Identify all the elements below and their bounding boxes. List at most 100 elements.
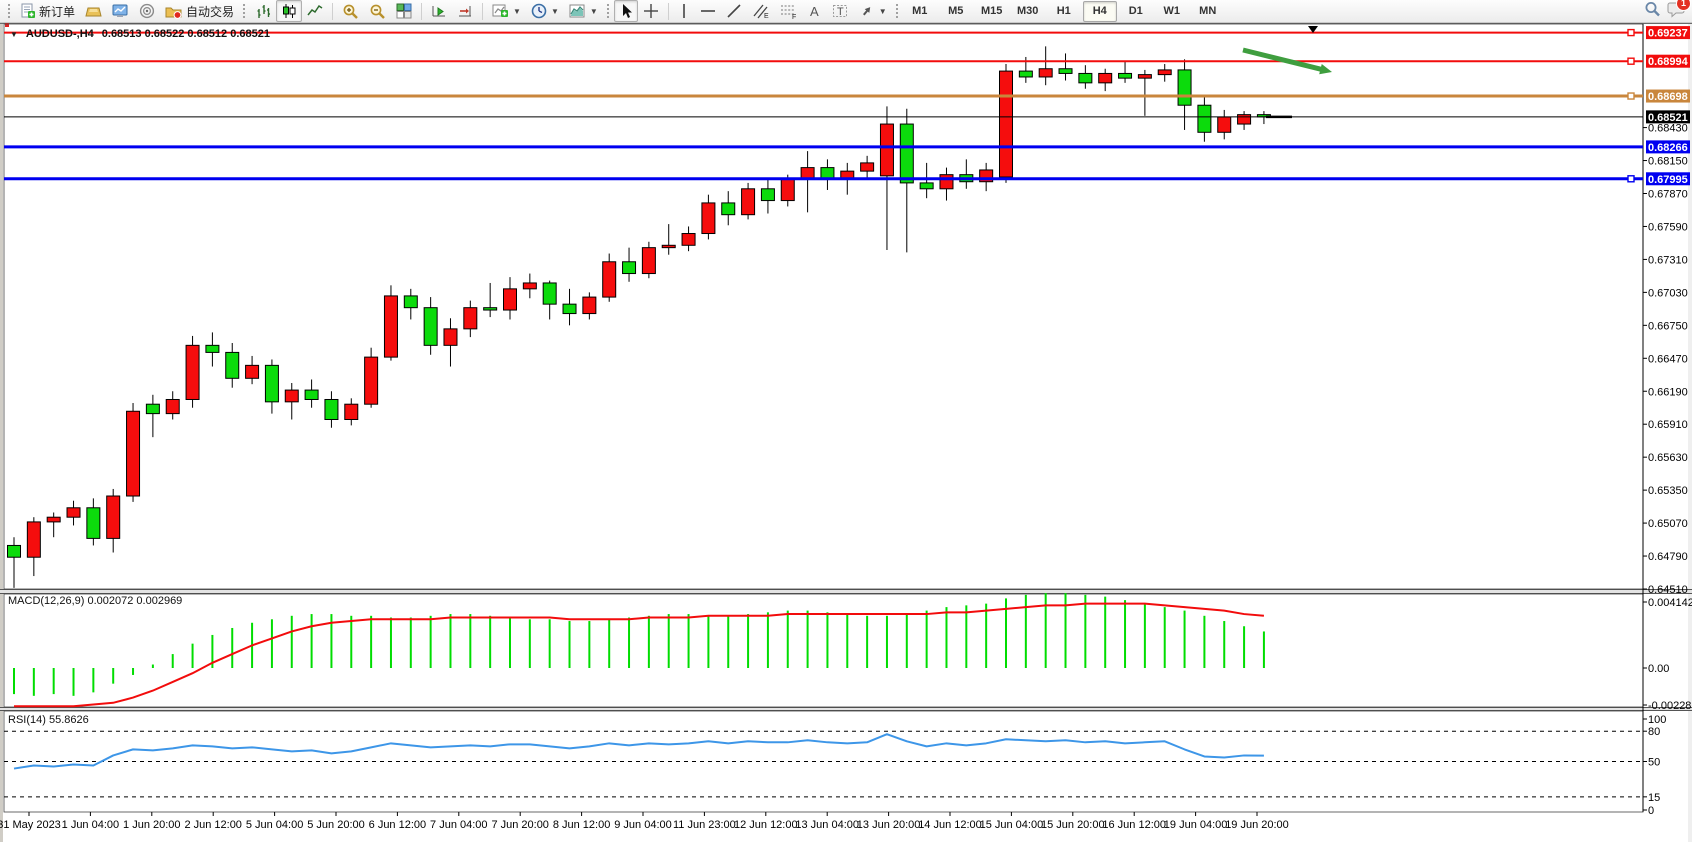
arrows-icon	[859, 4, 875, 19]
channel-icon: E	[752, 3, 770, 19]
text-label-button[interactable]: T	[827, 0, 854, 22]
price-line-label: 0.68994	[1648, 56, 1689, 68]
chevron-down-icon[interactable]: ▼	[513, 7, 521, 16]
timeframe-button-m1[interactable]: M1	[903, 1, 937, 22]
time-tick-label: 31 May 2023	[0, 819, 61, 831]
timeframe-button-h4[interactable]: H4	[1083, 1, 1117, 22]
price-tick-label: 0.64790	[1648, 551, 1688, 563]
market-watch-button[interactable]	[107, 0, 134, 22]
crosshair-button[interactable]	[638, 0, 664, 22]
time-tick-label: 14 Jun 12:00	[918, 819, 982, 831]
line-chart-button[interactable]	[302, 0, 328, 22]
timeframe-button-w1[interactable]: W1	[1155, 1, 1189, 22]
chart-symbol-period: AUDUSD-,H4	[26, 28, 94, 40]
tile-windows-icon	[396, 3, 412, 19]
vertical-line-button[interactable]	[673, 0, 695, 22]
new-order-icon	[20, 3, 36, 19]
timeframe-toolbar: M1M5M15M30H1H4D1W1MN	[903, 1, 1225, 22]
vertical-line-icon	[678, 3, 690, 19]
timeframe-button-m30[interactable]: M30	[1011, 1, 1045, 22]
notification-badge: 1	[1676, 0, 1691, 11]
auto-trading-icon	[165, 4, 183, 19]
notifications-button[interactable]: 1	[1667, 0, 1686, 23]
templates-button[interactable]: ▼	[564, 0, 603, 22]
rsi-axis-label: 50	[1648, 757, 1660, 769]
svg-text:A: A	[810, 4, 819, 19]
chart-canvas[interactable]: 0.684300.681500.678700.675900.673100.670…	[0, 0, 1692, 842]
mt4-terminal-window: { "toolbar": { "new_order_label": "新订单",…	[0, 0, 1692, 842]
price-line-label: 0.68698	[1648, 91, 1688, 103]
search-icon[interactable]	[1643, 0, 1661, 23]
price-line-label: 0.69237	[1648, 28, 1688, 40]
price-line-label: 0.68266	[1648, 142, 1688, 154]
channel-button[interactable]: E	[747, 0, 775, 22]
cursor-icon	[619, 3, 633, 19]
time-tick-label: 19 Jun 20:00	[1225, 819, 1289, 831]
timeframe-button-m5[interactable]: M5	[939, 1, 973, 22]
macd-axis-label: 0.004142	[1648, 597, 1692, 609]
toolbar-separator	[668, 3, 669, 20]
auto-trading-button[interactable]: 自动交易	[160, 0, 239, 22]
price-tick-label: 0.65910	[1648, 419, 1688, 431]
horizontal-line-button[interactable]	[695, 0, 721, 22]
rsi-axis-label: 100	[1648, 714, 1666, 726]
chart-menu-arrow-icon[interactable]: ▼	[10, 30, 18, 39]
chevron-down-icon[interactable]: ▼	[551, 7, 559, 16]
timeframe-button-h1[interactable]: H1	[1047, 1, 1081, 22]
chevron-down-icon[interactable]: ▼	[879, 7, 887, 16]
templates-icon	[569, 3, 586, 19]
price-tick-label: 0.67590	[1648, 221, 1688, 233]
svg-text:F: F	[792, 14, 796, 19]
toolbar-grip[interactable]	[7, 3, 12, 19]
time-tick-label: 7 Jun 20:00	[491, 819, 549, 831]
toolbar-grip[interactable]	[606, 3, 611, 19]
candlestick-chart-button[interactable]	[276, 0, 302, 22]
rsi-axis-label: 0	[1648, 805, 1654, 817]
cursor-button[interactable]	[614, 0, 638, 22]
timeframe-button-mn[interactable]: MN	[1191, 1, 1225, 22]
bar-chart-button[interactable]	[250, 0, 276, 22]
zoom-in-button[interactable]	[337, 0, 364, 22]
timeframe-button-m15[interactable]: M15	[975, 1, 1009, 22]
zoom-out-button[interactable]	[364, 0, 391, 22]
macd-label: MACD(12,26,9) 0.002072 0.002969	[8, 595, 182, 607]
signal-button[interactable]	[134, 0, 160, 22]
time-tick-label: 13 Jun 20:00	[857, 819, 921, 831]
new-order-button[interactable]: 新订单	[15, 0, 80, 22]
chart-shift-icon	[457, 3, 473, 19]
chart-shift-button[interactable]	[452, 0, 478, 22]
price-tick-label: 0.66750	[1648, 320, 1688, 332]
toolbar-grip[interactable]	[242, 3, 247, 19]
toolbar-separator	[332, 3, 333, 20]
time-tick-label: 19 Jun 04:00	[1164, 819, 1228, 831]
arrows-button[interactable]: ▼	[854, 0, 892, 22]
chart-title: ▼ AUDUSD-,H4 0.68513 0.68522 0.68512 0.6…	[10, 28, 270, 40]
timeframe-button-d1[interactable]: D1	[1119, 1, 1153, 22]
auto-scroll-icon	[431, 3, 447, 19]
indicators-icon	[492, 3, 509, 19]
time-tick-label: 6 Jun 12:00	[369, 819, 427, 831]
time-tick-label: 15 Jun 04:00	[980, 819, 1044, 831]
price-tick-label: 0.65070	[1648, 518, 1688, 530]
indicators-button[interactable]: ▼	[487, 0, 526, 22]
text-icon: A	[808, 4, 822, 19]
time-tick-label: 8 Jun 12:00	[553, 819, 611, 831]
rsi-axis-label: 15	[1648, 792, 1660, 804]
text-label-icon: T	[832, 3, 849, 19]
trendline-button[interactable]	[721, 0, 747, 22]
chevron-down-icon[interactable]: ▼	[590, 7, 598, 16]
tile-windows-button[interactable]	[391, 0, 417, 22]
periods-button[interactable]: ▼	[526, 0, 564, 22]
toolbar-grip[interactable]	[895, 3, 900, 19]
text-button[interactable]: A	[803, 0, 827, 22]
price-tick-label: 0.66190	[1648, 386, 1688, 398]
line-chart-icon	[307, 3, 323, 19]
bar-chart-icon	[255, 3, 271, 19]
rsi-label: RSI(14) 55.8626	[8, 714, 89, 726]
time-tick-label: 11 Jun 23:00	[673, 819, 736, 831]
price-line-label: 0.67995	[1648, 174, 1688, 186]
price-tick-label: 0.67030	[1648, 287, 1688, 299]
auto-scroll-button[interactable]	[426, 0, 452, 22]
gold-button[interactable]	[80, 0, 107, 22]
fibonacci-button[interactable]: F	[775, 0, 803, 22]
